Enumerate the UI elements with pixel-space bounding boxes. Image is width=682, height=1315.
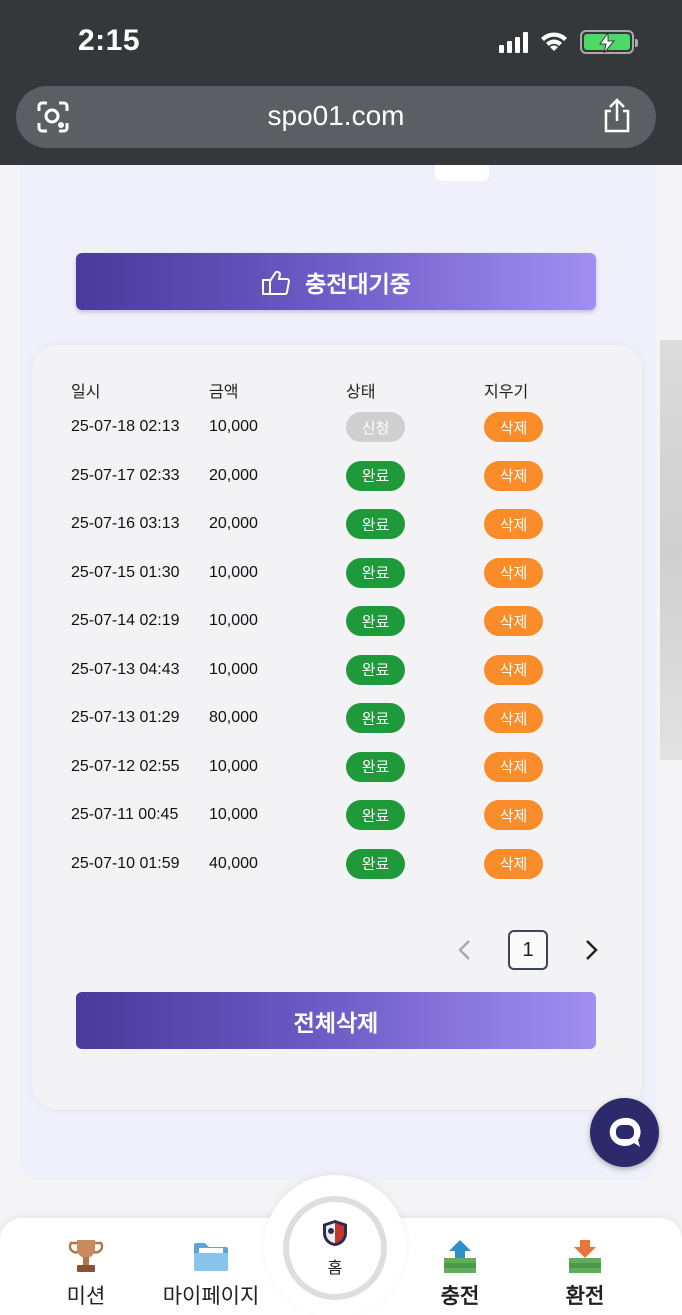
status-time: 2:15 <box>78 24 141 57</box>
row-date: 25-07-14 02:19 <box>71 612 180 629</box>
trophy-icon <box>68 1240 104 1272</box>
folder-icon <box>194 1243 228 1271</box>
nav-item-home[interactable]: 홈 <box>283 1196 387 1300</box>
battery-icon <box>580 30 638 54</box>
table-row: 25-07-11 00:45 10,000 완료 삭제 <box>71 800 591 832</box>
table-row: 25-07-10 01:59 40,000 완료 삭제 <box>71 848 591 881</box>
nav-label-exchange: 환전 <box>565 1285 605 1308</box>
url-text[interactable]: spo01.com <box>16 100 656 132</box>
table-row: 25-07-17 02:33 20,000 완료 삭제 <box>71 460 591 493</box>
table-row: 25-07-13 04:43 10,000 완료 삭제 <box>71 654 591 687</box>
chat-button[interactable] <box>590 1098 659 1167</box>
money-down-icon <box>569 1240 601 1273</box>
status-badge: 완료 <box>346 800 405 830</box>
row-amount: 80,000 <box>209 709 258 726</box>
row-amount: 20,000 <box>209 466 258 484</box>
row-amount: 20,000 <box>209 515 258 532</box>
home-logo-icon <box>323 1220 347 1246</box>
cut-off-element <box>435 165 489 181</box>
header-date: 일시 <box>71 384 101 401</box>
delete-button[interactable]: 삭제 <box>484 848 543 879</box>
row-amount: 10,000 <box>209 806 258 823</box>
page-number-current[interactable]: 1 <box>508 930 548 970</box>
background-strip <box>660 340 682 760</box>
delete-button[interactable]: 삭제 <box>484 412 543 442</box>
delete-button[interactable]: 삭제 <box>484 703 543 733</box>
status-badge: 신청 <box>346 412 405 442</box>
delete-button[interactable]: 삭제 <box>484 800 543 830</box>
status-badge: 완료 <box>346 751 405 782</box>
row-date: 25-07-11 00:45 <box>71 806 179 823</box>
table-row: 25-07-18 02:13 10,000 신청 삭제 <box>71 412 591 444</box>
charge-waiting-label: 충전대기중 <box>305 270 411 297</box>
chevron-right-icon[interactable] <box>578 936 604 964</box>
row-amount: 10,000 <box>209 612 258 629</box>
row-amount: 10,000 <box>209 418 258 435</box>
table-row: 25-07-12 02:55 10,000 완료 삭제 <box>71 751 591 784</box>
delete-button[interactable]: 삭제 <box>484 606 543 636</box>
table-row: 25-07-15 01:30 10,000 완료 삭제 <box>71 557 591 590</box>
delete-button[interactable]: 삭제 <box>484 460 543 491</box>
delete-button[interactable]: 삭제 <box>484 751 543 782</box>
nav-item-exchange[interactable]: 환전 <box>530 1236 640 1310</box>
row-date: 25-07-12 02:55 <box>71 757 180 775</box>
row-amount: 10,000 <box>209 660 258 678</box>
pagination: 1 <box>440 930 610 970</box>
status-badge: 완료 <box>346 703 405 733</box>
status-badge: 완료 <box>346 509 405 539</box>
row-date: 25-07-13 04:43 <box>71 660 180 678</box>
nav-label-home: 홈 <box>327 1260 343 1277</box>
delete-button[interactable]: 삭제 <box>484 654 543 685</box>
row-amount: 10,000 <box>209 757 258 775</box>
charge-waiting-button[interactable]: 충전대기중 <box>76 253 596 310</box>
nav-item-mypage[interactable]: 마이페이지 <box>156 1236 266 1310</box>
header-delete: 지우기 <box>484 384 529 401</box>
table-row: 25-07-13 01:29 80,000 완료 삭제 <box>71 703 591 735</box>
table-row: 25-07-14 02:19 10,000 완료 삭제 <box>71 606 591 638</box>
nav-item-charge[interactable]: 충전 <box>405 1236 515 1310</box>
status-badge: 완료 <box>346 606 405 636</box>
row-date: 25-07-15 01:30 <box>71 563 180 581</box>
share-icon[interactable] <box>602 98 632 134</box>
hand-thumb-icon <box>262 270 291 295</box>
status-badge: 완료 <box>346 460 405 491</box>
delete-button[interactable]: 삭제 <box>484 509 543 539</box>
row-amount: 40,000 <box>209 854 258 872</box>
nav-label-charge: 충전 <box>440 1285 480 1308</box>
table-header: 일시 금액 상태 지우기 <box>71 378 591 401</box>
nav-label-mypage: 마이페이지 <box>162 1285 260 1308</box>
delete-button[interactable]: 삭제 <box>484 557 543 588</box>
row-date: 25-07-16 03:13 <box>71 515 180 532</box>
row-date: 25-07-13 01:29 <box>71 709 180 726</box>
row-date: 25-07-17 02:33 <box>71 466 180 484</box>
nav-item-mission[interactable]: 미션 <box>31 1236 141 1310</box>
chevron-left-icon[interactable] <box>452 936 478 964</box>
nav-label-mission: 미션 <box>66 1285 106 1308</box>
table-row: 25-07-16 03:13 20,000 완료 삭제 <box>71 509 591 541</box>
status-badge: 완료 <box>346 848 405 879</box>
cellular-signal-icon <box>499 31 528 53</box>
status-icons <box>499 28 638 56</box>
row-date: 25-07-10 01:59 <box>71 854 180 872</box>
money-up-icon <box>444 1240 476 1273</box>
chat-bubble-icon <box>609 1117 641 1147</box>
delete-all-button[interactable]: 전체삭제 <box>76 992 596 1049</box>
status-badge: 완료 <box>346 654 405 685</box>
status-badge: 완료 <box>346 557 405 588</box>
browser-chrome: 2:15 spo01.com <box>0 0 682 165</box>
header-status: 상태 <box>346 384 376 401</box>
row-date: 25-07-18 02:13 <box>71 418 180 435</box>
url-bar[interactable]: spo01.com <box>16 86 656 148</box>
header-amount: 금액 <box>209 384 239 401</box>
wifi-icon <box>541 32 567 51</box>
row-amount: 10,000 <box>209 563 258 581</box>
